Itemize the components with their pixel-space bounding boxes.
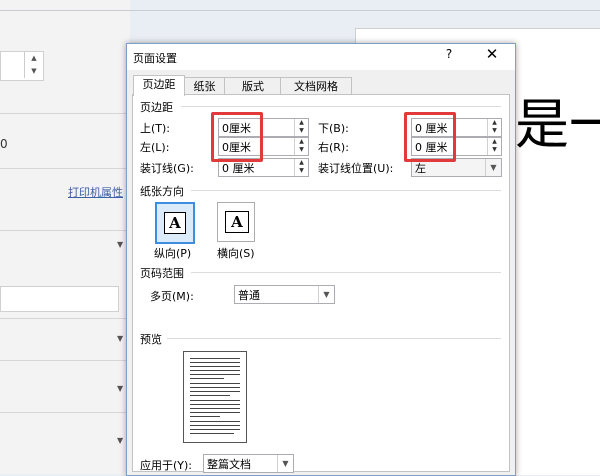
divider bbox=[0, 360, 130, 361]
gutter-position-value: 左 bbox=[415, 162, 426, 175]
tab-paper[interactable]: 纸张 bbox=[183, 77, 226, 95]
multiple-pages-label: 多页(M): bbox=[150, 290, 194, 303]
tab-margins[interactable]: 页边距 bbox=[133, 75, 185, 96]
chevron-down-icon[interactable]: ▼ bbox=[318, 286, 334, 303]
document-text: 是一 bbox=[515, 93, 600, 156]
chevron-down-icon[interactable]: ▼ bbox=[277, 455, 293, 472]
dialog-titlebar[interactable]: 页面设置 ? ✕ bbox=[127, 44, 515, 70]
left-margin-label: 左(L): bbox=[140, 141, 170, 154]
portrait-button[interactable]: A bbox=[155, 202, 195, 244]
print-settings-panel: ▲ ▼ 0 打印机属性 ▼ ▼ ▼ ▼ bbox=[0, 0, 130, 474]
right-margin-label: 右(R): bbox=[318, 141, 349, 154]
divider bbox=[181, 106, 501, 107]
landscape-icon: A bbox=[225, 211, 249, 233]
page-setup-dialog: 页面设置 ? ✕ 页边距 纸张 版式 文档网格 页边距 上(T): 0厘米 ▲ ▼… bbox=[126, 43, 516, 476]
page-preview bbox=[183, 351, 247, 443]
landscape-button[interactable]: A bbox=[217, 202, 255, 242]
gutter-value: 0 厘米 bbox=[222, 162, 255, 175]
margins-section-title: 页边距 bbox=[140, 101, 173, 114]
help-button[interactable]: ? bbox=[441, 47, 457, 61]
spinner-arrows-icon[interactable]: ▲ ▼ bbox=[487, 138, 501, 155]
tab-document-grid[interactable]: 文档网格 bbox=[280, 77, 352, 95]
printer-field-value: 0 bbox=[0, 137, 8, 151]
gutter-position-label: 装订线位置(U): bbox=[318, 162, 394, 175]
bottom-margin-label: 下(B): bbox=[318, 122, 349, 135]
gutter-label: 装订线(G): bbox=[140, 162, 194, 175]
spinner-arrows-icon[interactable]: ▲ ▼ bbox=[294, 119, 308, 136]
close-icon[interactable]: ✕ bbox=[483, 45, 501, 63]
highlight-box-left bbox=[211, 112, 263, 162]
chevron-down-icon[interactable]: ▼ bbox=[485, 159, 501, 176]
orientation-section-title: 纸张方向 bbox=[140, 185, 184, 198]
divider bbox=[0, 230, 130, 231]
divider bbox=[167, 338, 501, 339]
spinner-arrows-icon[interactable]: ▲ ▼ bbox=[294, 159, 308, 176]
ribbon-border bbox=[0, 10, 600, 11]
divider bbox=[0, 168, 130, 169]
page-range-section-title: 页码范围 bbox=[140, 267, 184, 280]
margins-tab-panel: 页边距 上(T): 0厘米 ▲ ▼ 下(B): 0 厘米 ▲ ▼ 左(L): 0厘米… bbox=[132, 94, 510, 473]
landscape-label: 横向(S) bbox=[217, 247, 255, 260]
apply-to-value: 整篇文档 bbox=[207, 458, 251, 471]
divider bbox=[0, 318, 130, 319]
copies-spinner[interactable]: ▲ ▼ bbox=[24, 52, 43, 78]
spinner-arrows-icon[interactable]: ▲ ▼ bbox=[294, 138, 308, 155]
tab-layout[interactable]: 版式 bbox=[224, 77, 282, 95]
top-margin-label: 上(T): bbox=[140, 122, 171, 135]
portrait-label: 纵向(P) bbox=[154, 247, 192, 260]
divider bbox=[0, 113, 130, 114]
multiple-pages-select[interactable]: 普通 ▼ bbox=[234, 285, 335, 304]
portrait-icon: A bbox=[164, 212, 186, 234]
divider bbox=[191, 190, 501, 191]
divider bbox=[0, 412, 130, 413]
divider bbox=[191, 272, 501, 273]
spin-down-icon[interactable]: ▼ bbox=[25, 65, 43, 78]
multiple-pages-value: 普通 bbox=[238, 289, 260, 302]
pages-input[interactable] bbox=[0, 286, 119, 312]
apply-to-label: 应用于(Y): bbox=[140, 459, 193, 472]
apply-to-select[interactable]: 整篇文档 ▼ bbox=[203, 454, 294, 473]
spinner-arrows-icon[interactable]: ▲ ▼ bbox=[487, 119, 501, 136]
printer-properties-link[interactable]: 打印机属性 bbox=[68, 184, 123, 200]
preview-section-title: 预览 bbox=[140, 333, 162, 346]
highlight-box-right bbox=[404, 112, 456, 162]
spin-up-icon[interactable]: ▲ bbox=[25, 52, 43, 65]
dialog-title: 页面设置 bbox=[133, 52, 177, 65]
